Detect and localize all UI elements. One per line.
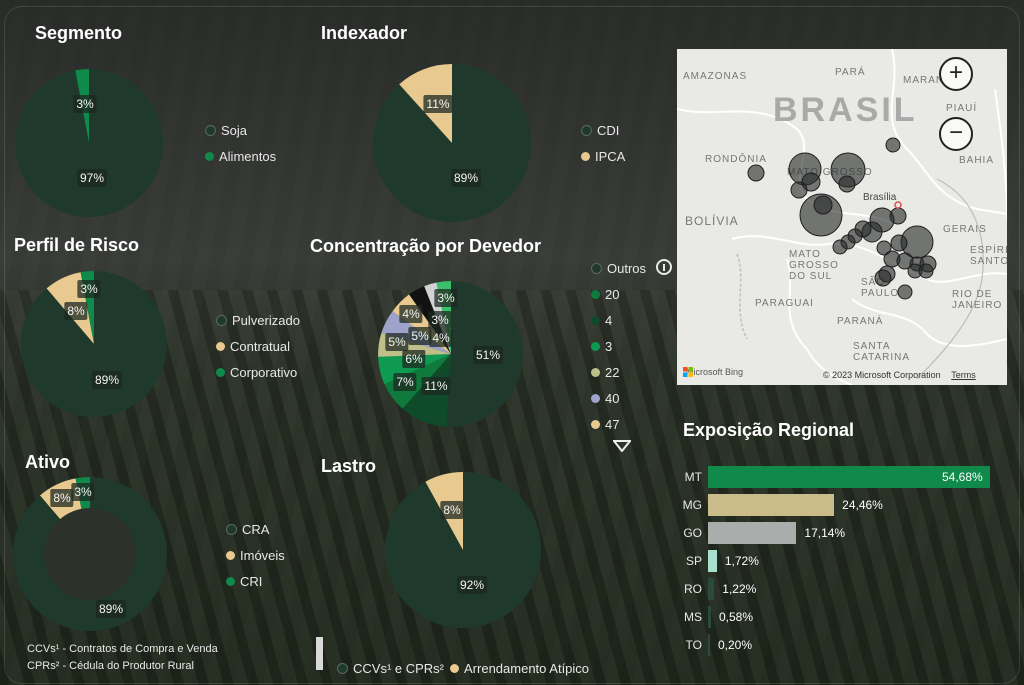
segmento-title: Segmento	[35, 23, 123, 43]
legend-scroll-down-icon[interactable]	[613, 440, 631, 452]
indexador-pct-ipca: 11%	[423, 95, 453, 113]
info-icon[interactable]	[656, 259, 672, 275]
concentracao-title: Concentração por Devedor	[310, 236, 542, 256]
legend-item[interactable]: CRA	[226, 516, 285, 542]
legend-item[interactable]: Imóveis	[226, 542, 285, 568]
bar-value: 0,58%	[718, 610, 754, 624]
segmento-slice-soja	[15, 68, 164, 217]
bar-mg	[708, 494, 835, 516]
legend-item[interactable]: CCVs¹ e CPRs²	[337, 655, 444, 681]
concentracao-pct: 4%	[429, 329, 453, 347]
bar-value: 17,14%	[804, 526, 846, 540]
concentracao-pct: 3%	[428, 311, 452, 329]
bing-logo: Microsoft Bing	[683, 367, 743, 377]
legend-item[interactable]: Contratual	[216, 333, 300, 359]
perfil-title: Perfil de Risco	[14, 235, 140, 255]
legend-item[interactable]: Corporativo	[216, 359, 300, 385]
terms-link[interactable]: Terms	[951, 370, 976, 380]
indexador-legend: CDI IPCA	[581, 117, 625, 169]
map-copyright: © 2023 Microsoft Corporation Terms	[823, 370, 976, 380]
concentracao-pct: 3%	[434, 289, 458, 307]
legend-item[interactable]: IPCA	[581, 143, 625, 169]
segmento-legend: Soja Alimentos	[205, 117, 276, 169]
perfil-pct-corporativo: 3%	[77, 280, 101, 298]
bar-sp	[708, 550, 717, 572]
segmento-pct-alimentos: 3%	[73, 95, 97, 113]
bar-ro	[708, 578, 715, 600]
lastro-slice-ccvs	[385, 471, 542, 628]
legend-item[interactable]: Alimentos	[205, 143, 276, 169]
bar-value: 24,46%	[842, 498, 883, 512]
concentracao-pct: 51%	[472, 346, 504, 364]
indexador-pct-cdi: 89%	[450, 169, 482, 187]
bar-to	[708, 634, 710, 656]
concentracao-pct: 5%	[408, 327, 432, 345]
bar-value: 1,72%	[724, 554, 759, 568]
bar-label: GO	[683, 526, 702, 540]
legend-item[interactable]: 47	[591, 411, 646, 437]
legend-item[interactable]: 20	[591, 281, 646, 307]
perfil-pct-contratual: 8%	[64, 302, 88, 320]
legend-item[interactable]: 4	[591, 307, 646, 333]
concentracao-pct: 4%	[399, 305, 423, 323]
legend-item[interactable]: 3	[591, 333, 646, 359]
bar-label: MG	[682, 498, 702, 512]
bar-label: SP	[685, 554, 702, 568]
zoom-in-button[interactable]: +	[939, 57, 973, 91]
legend-item[interactable]: Arrendamento Atípico	[450, 655, 589, 681]
ativo-pct-cra: 89%	[95, 600, 127, 618]
legend-item[interactable]: CDI	[581, 117, 625, 143]
bar-value: 1,22%	[722, 582, 757, 596]
concentracao-pct: 6%	[402, 350, 426, 368]
perfil-pct-pulverizado: 89%	[91, 371, 123, 389]
regional-title: Exposição Regional	[683, 420, 855, 440]
bar-label: MT	[684, 470, 702, 484]
lastro-title: Lastro	[321, 456, 377, 476]
ativo-title: Ativo	[25, 452, 70, 472]
legend-item[interactable]: CRI	[226, 568, 285, 594]
ativo-legend: CRA Imóveis CRI	[226, 516, 285, 594]
legend-item[interactable]: Soja	[205, 117, 276, 143]
concentracao-pct: 5%	[385, 333, 409, 351]
segmento-pct-soja: 97%	[76, 169, 108, 187]
indexador-title: Indexador	[321, 23, 408, 43]
ativo-pct-cri: 3%	[71, 483, 95, 501]
concentracao-legend: Outros 20 4 3 22 40 47	[591, 255, 646, 437]
indexador-pie[interactable]	[372, 63, 531, 222]
bar-label: RO	[684, 582, 702, 596]
map-visual[interactable]: BRASIL AMAZONAS PARÁ MARAN PIAUÍ BAHIA R…	[677, 49, 1007, 385]
perfil-legend: Pulverizado Contratual Corporativo	[216, 307, 300, 385]
bar-ms	[708, 606, 711, 628]
concentracao-pct: 11%	[421, 377, 451, 395]
concentracao-pct: 7%	[393, 373, 417, 391]
bar-go	[708, 522, 797, 544]
bar-value: 54,68%	[942, 470, 983, 484]
legend-item[interactable]: Pulverizado	[216, 307, 300, 333]
map-bubbles[interactable]	[677, 49, 1007, 385]
legend-item[interactable]: 22	[591, 359, 646, 385]
lastro-pie[interactable]	[385, 471, 542, 628]
lastro-pct-arrendamento: 8%	[440, 501, 464, 519]
footnote-cprs: CPRs² - Cédula do Produtor Rural	[27, 660, 194, 672]
legend-item[interactable]: Outros	[591, 255, 646, 281]
bar-label: TO	[685, 638, 702, 652]
bar-label: MS	[684, 610, 702, 624]
segmento-pie[interactable]	[15, 68, 164, 217]
bar-value: 0,20%	[718, 638, 753, 652]
lastro-pct-ccvs: 92%	[456, 576, 488, 594]
lastro-legend: CCVs¹ e CPRs² Arrendamento Atípico	[337, 655, 589, 681]
legend-scrollbar[interactable]	[316, 637, 323, 670]
footnote-ccvs: CCVs¹ - Contratos de Compra e Venda	[27, 643, 218, 655]
microsoft-logo-icon	[683, 367, 693, 377]
ativo-pct-imoveis: 8%	[50, 489, 74, 507]
zoom-out-button[interactable]: −	[939, 117, 973, 151]
legend-item[interactable]: 40	[591, 385, 646, 411]
